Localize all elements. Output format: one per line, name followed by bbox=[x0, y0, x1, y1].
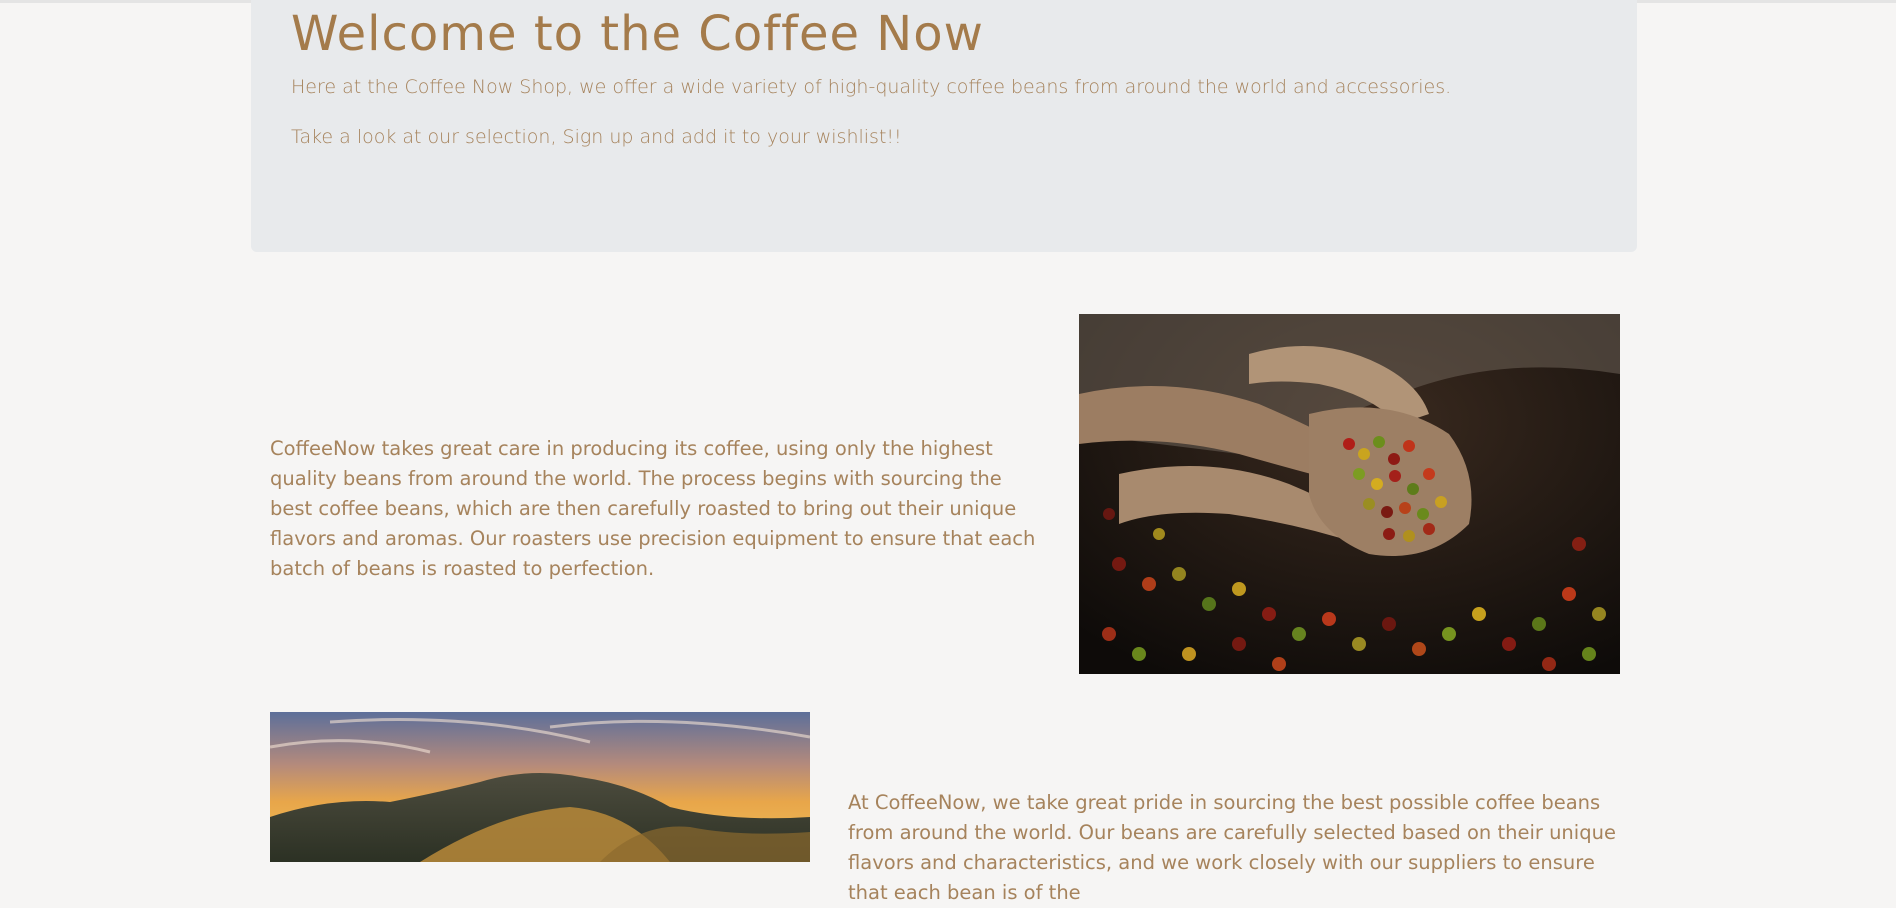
page-title: Welcome to the Coffee Now bbox=[291, 6, 984, 62]
hero-cta-text: Take a look at our selection, Sign up an… bbox=[291, 126, 902, 148]
mountain-landscape-photo bbox=[270, 712, 810, 862]
hero-banner: Welcome to the Coffee Now Here at the Co… bbox=[251, 0, 1637, 252]
hero-intro-text: Here at the Coffee Now Shop, we offer a … bbox=[291, 76, 1452, 98]
production-text: CoffeeNow takes great care in producing … bbox=[270, 437, 1036, 580]
coffee-cherries-photo bbox=[1079, 314, 1620, 674]
sourcing-text: At CoffeeNow, we take great pride in sou… bbox=[848, 791, 1616, 904]
